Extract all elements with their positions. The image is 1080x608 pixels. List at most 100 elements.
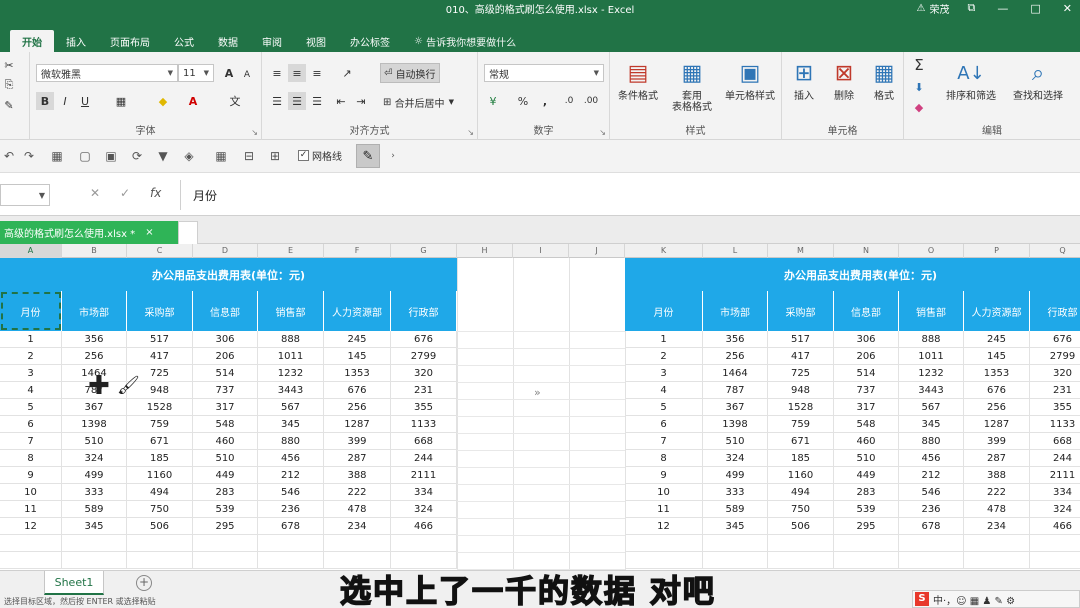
table-cell[interactable]: 317 [193, 399, 258, 416]
table-cell[interactable]: 1464 [703, 365, 768, 382]
align-top-icon[interactable]: ≡ [268, 64, 286, 82]
table-cell[interactable]: 1287 [964, 416, 1030, 433]
empty-cell[interactable] [625, 535, 703, 552]
empty-cell[interactable] [899, 552, 964, 569]
sheet-tab-sheet1[interactable]: Sheet1 [44, 571, 104, 595]
empty-cell[interactable] [324, 552, 391, 569]
align-middle-icon[interactable]: ≡ [288, 64, 306, 82]
percent-button[interactable]: % [514, 92, 532, 110]
align-left-icon[interactable]: ☰ [268, 92, 286, 110]
table-cell[interactable]: 499 [703, 467, 768, 484]
table-cell[interactable]: 7 [0, 433, 62, 450]
table-cell[interactable]: 388 [964, 467, 1030, 484]
empty-cell[interactable] [391, 552, 457, 569]
table-cell[interactable]: 2111 [1030, 467, 1080, 484]
table-cell[interactable]: 494 [127, 484, 193, 501]
table-cell[interactable]: 1011 [258, 348, 324, 365]
column-header-cell[interactable]: 采购部 [127, 291, 193, 331]
table-cell[interactable]: 478 [324, 501, 391, 518]
column-header-cell[interactable]: 人力资源部 [324, 291, 391, 331]
table-cell[interactable]: 517 [127, 331, 193, 348]
table-cell[interactable]: 3443 [258, 382, 324, 399]
cut-icon[interactable]: ✂ [0, 56, 18, 74]
close-icon[interactable]: ✕ [1063, 2, 1072, 15]
table-cell[interactable]: 320 [391, 365, 457, 382]
table-cell[interactable]: 676 [324, 382, 391, 399]
decrease-indent-icon[interactable]: ⇤ [332, 92, 350, 110]
table-cell[interactable]: 759 [127, 416, 193, 433]
table-cell[interactable]: 676 [964, 382, 1030, 399]
table-cell[interactable]: 460 [834, 433, 899, 450]
table-cell[interactable]: 1398 [703, 416, 768, 433]
table-cell[interactable]: 320 [1030, 365, 1080, 382]
table-cell[interactable]: 567 [258, 399, 324, 416]
empty-cell[interactable] [127, 552, 193, 569]
table-cell[interactable]: 1133 [1030, 416, 1080, 433]
empty-cell[interactable] [1030, 552, 1080, 569]
workbook-tab[interactable]: 高级的格式刷怎么使用.xlsx * × [0, 221, 178, 244]
freeze-panes-icon[interactable]: ⊟ [240, 147, 258, 165]
comma-button[interactable]: , [536, 92, 554, 110]
table-cell[interactable]: 355 [391, 399, 457, 416]
copy-icon[interactable]: ⎘ [0, 76, 18, 94]
cell-styles-button[interactable]: ▣ 单元格样式 [720, 58, 780, 102]
format-cells-button[interactable]: ▦ 格式 [864, 58, 904, 102]
maximize-icon[interactable]: □ [1030, 2, 1040, 15]
table-cell[interactable]: 2 [0, 348, 62, 365]
table-cell[interactable]: 212 [258, 467, 324, 484]
table-cell[interactable]: 4 [625, 382, 703, 399]
tab-data[interactable]: 数据 [206, 30, 250, 52]
underline-button[interactable]: U [76, 92, 94, 110]
tab-formulas[interactable]: 公式 [162, 30, 206, 52]
column-header-cell[interactable]: 信息部 [834, 291, 899, 331]
table-cell[interactable]: 546 [258, 484, 324, 501]
column-header-m[interactable]: M [768, 244, 834, 258]
table-cell[interactable]: 185 [768, 450, 834, 467]
column-header-cell[interactable]: 销售部 [899, 291, 964, 331]
table-cell[interactable]: 222 [964, 484, 1030, 501]
enter-icon[interactable]: ✓ [120, 186, 130, 200]
table-cell[interactable]: 185 [127, 450, 193, 467]
column-header-g[interactable]: G [391, 244, 457, 258]
table-cell[interactable]: 367 [703, 399, 768, 416]
column-header-b[interactable]: B [62, 244, 127, 258]
table-cell[interactable]: 539 [193, 501, 258, 518]
empty-cell[interactable] [193, 552, 258, 569]
column-header-cell[interactable]: 采购部 [768, 291, 834, 331]
table-cell[interactable]: 449 [193, 467, 258, 484]
table-cell[interactable]: 236 [899, 501, 964, 518]
empty-cell[interactable] [625, 552, 703, 569]
empty-cell[interactable] [703, 535, 768, 552]
table-cell[interactable]: 399 [964, 433, 1030, 450]
table-cell[interactable]: 10 [625, 484, 703, 501]
table-cell[interactable]: 1 [625, 331, 703, 348]
table-cell[interactable]: 1160 [127, 467, 193, 484]
tab-insert[interactable]: 插入 [54, 30, 98, 52]
insert-function-icon[interactable]: fx [150, 186, 161, 200]
table-cell[interactable]: 1528 [127, 399, 193, 416]
column-header-j[interactable]: J [569, 244, 625, 258]
table-cell[interactable]: 1398 [62, 416, 127, 433]
add-sheet-button[interactable]: + [136, 575, 152, 591]
table-cell[interactable]: 888 [258, 331, 324, 348]
fill-icon[interactable]: ⬇ [910, 78, 928, 96]
table-cell[interactable]: 6 [0, 416, 62, 433]
table-cell[interactable]: 12 [0, 518, 62, 535]
table-cell[interactable]: 145 [324, 348, 391, 365]
column-header-e[interactable]: E [258, 244, 324, 258]
dialog-launcher-icon[interactable]: ↘ [467, 128, 474, 137]
format-as-table-button[interactable]: ▦ 套用 表格格式 [666, 58, 718, 113]
empty-cell[interactable] [62, 535, 127, 552]
empty-cell[interactable] [258, 535, 324, 552]
column-header-n[interactable]: N [834, 244, 899, 258]
column-header-h[interactable]: H [457, 244, 513, 258]
table-cell[interactable]: 222 [324, 484, 391, 501]
font-size-combo[interactable]: 11 ▼ [178, 64, 214, 82]
table-cell[interactable]: 880 [258, 433, 324, 450]
table-cell[interactable]: 6 [625, 416, 703, 433]
empty-cell[interactable] [768, 535, 834, 552]
table-cell[interactable]: 750 [127, 501, 193, 518]
table-cell[interactable]: 546 [899, 484, 964, 501]
table-cell[interactable]: 506 [127, 518, 193, 535]
empty-cell[interactable] [834, 552, 899, 569]
